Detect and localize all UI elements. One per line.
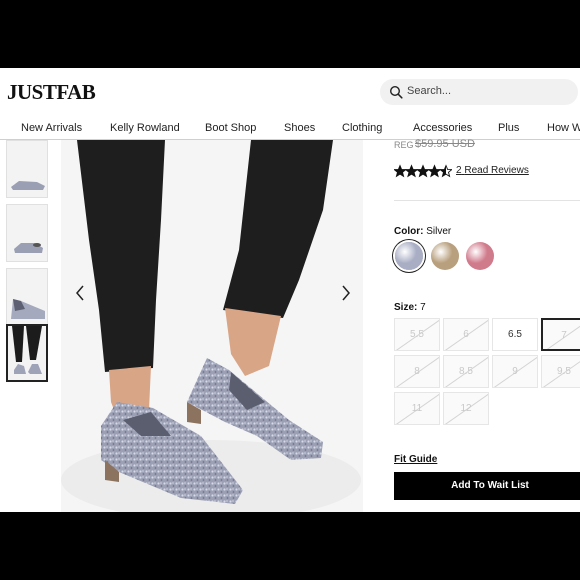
product-page: JUSTFAB Search... New Arrivals Kelly Row… bbox=[0, 68, 580, 512]
size-option-label: 6.5 bbox=[508, 329, 522, 340]
swatch-silver[interactable] bbox=[395, 242, 423, 270]
thumbnail-4[interactable] bbox=[6, 324, 48, 382]
thumbnail-2[interactable] bbox=[6, 204, 48, 262]
previous-image-arrow-icon[interactable] bbox=[71, 282, 89, 304]
size-option-8-5[interactable]: 8.5 bbox=[443, 355, 489, 388]
nav-item-shoes[interactable]: Shoes bbox=[284, 122, 315, 134]
star-icon bbox=[393, 164, 407, 178]
star-icon bbox=[416, 164, 430, 178]
size-option-8[interactable]: 8 bbox=[394, 355, 440, 388]
size-option-12[interactable]: 12 bbox=[443, 392, 489, 425]
size-option-11[interactable]: 11 bbox=[394, 392, 440, 425]
search-input[interactable]: Search... bbox=[407, 85, 451, 97]
letterbox-bottom bbox=[0, 512, 580, 580]
reg-label: REG bbox=[394, 140, 414, 150]
size-option-label: 12 bbox=[460, 403, 472, 414]
size-option-label: 9.5 bbox=[557, 366, 571, 377]
nav-item-new-arrivals[interactable]: New Arrivals bbox=[21, 122, 82, 134]
size-option-label: 5.5 bbox=[410, 329, 424, 340]
nav-item-clothing[interactable]: Clothing bbox=[342, 122, 382, 134]
size-option-5-5[interactable]: 5.5 bbox=[394, 318, 440, 351]
size-option-label: 7 bbox=[561, 330, 567, 341]
nav-item-kelly-rowland[interactable]: Kelly Rowland bbox=[110, 122, 180, 134]
reg-price: $59.95 USD bbox=[415, 138, 475, 150]
size-option-9-5[interactable]: 9.5 bbox=[541, 355, 580, 388]
read-reviews-link[interactable]: 2 Read Reviews bbox=[456, 165, 529, 176]
nav-item-accessories[interactable]: Accessories bbox=[413, 122, 472, 134]
size-label: Size: 7 bbox=[394, 302, 426, 313]
size-option-9[interactable]: 9 bbox=[492, 355, 538, 388]
fit-guide-link[interactable]: Fit Guide bbox=[394, 454, 437, 465]
nav-item-plus[interactable]: Plus bbox=[498, 122, 519, 134]
swatch-pink[interactable] bbox=[466, 242, 494, 270]
shoe-side-image bbox=[11, 181, 45, 190]
thumbnail-strip bbox=[0, 140, 52, 512]
next-image-arrow-icon[interactable] bbox=[337, 282, 355, 304]
justfab-logo[interactable]: JUSTFAB bbox=[7, 80, 96, 105]
shoe-top-image bbox=[11, 299, 45, 319]
letterbox-top bbox=[0, 0, 580, 68]
star-icon bbox=[439, 164, 453, 178]
search-icon bbox=[389, 85, 403, 99]
color-label: Color: Silver bbox=[394, 226, 452, 237]
size-value: 7 bbox=[420, 302, 426, 313]
divider bbox=[394, 200, 580, 201]
swatch-gold[interactable] bbox=[431, 242, 459, 270]
size-option-6-5[interactable]: 6.5 bbox=[492, 318, 538, 351]
star-rating-icon bbox=[393, 164, 453, 178]
product-details-panel: REG $59.95 USD 2 Read Reviews Color: Sil… bbox=[393, 138, 580, 512]
thumbnail-1[interactable] bbox=[6, 140, 48, 198]
color-value: Silver bbox=[426, 226, 452, 237]
search-bar[interactable]: Search... bbox=[380, 79, 578, 105]
shoe-angle-image bbox=[14, 243, 43, 253]
size-option-label: 9 bbox=[512, 366, 518, 377]
model-legs-image bbox=[12, 326, 42, 374]
rating-stars bbox=[393, 164, 453, 178]
main-nav: New Arrivals Kelly Rowland Boot Shop Sho… bbox=[0, 116, 580, 140]
nav-item-boot-shop[interactable]: Boot Shop bbox=[205, 122, 256, 134]
size-option-label: 11 bbox=[411, 403, 423, 414]
size-option-6[interactable]: 6 bbox=[443, 318, 489, 351]
size-option-label: 6 bbox=[463, 329, 469, 340]
star-icon bbox=[404, 164, 419, 178]
model-wearing-loafers-image bbox=[61, 140, 363, 512]
thumbnail-3[interactable] bbox=[6, 268, 48, 326]
star-icon bbox=[427, 164, 442, 178]
size-option-label: 8 bbox=[414, 366, 420, 377]
add-to-wait-list-button[interactable]: Add To Wait List bbox=[394, 472, 580, 500]
site-header: JUSTFAB Search... bbox=[0, 68, 580, 116]
size-option-7[interactable]: 7 bbox=[541, 318, 580, 351]
nav-item-how[interactable]: How W bbox=[547, 122, 580, 134]
main-product-image bbox=[61, 140, 363, 512]
size-option-label: 8.5 bbox=[459, 366, 473, 377]
